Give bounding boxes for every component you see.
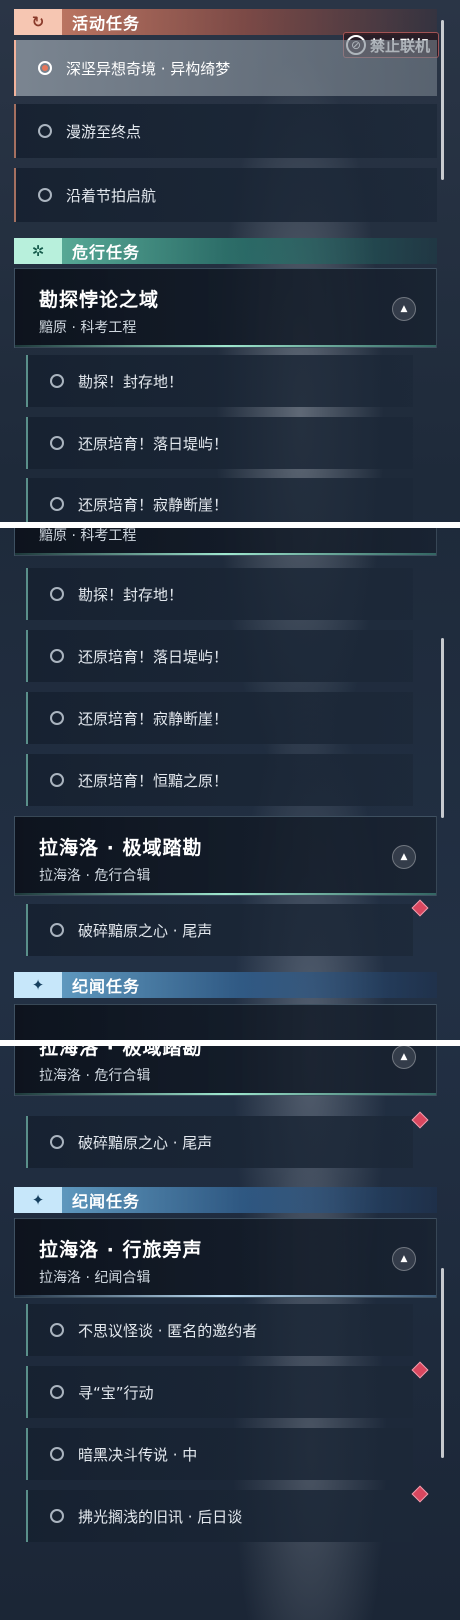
radio-icon [50,374,64,388]
scrollbar[interactable] [441,1268,444,1458]
quest-label: 深坚异想奇境 · 异构绮梦 [66,59,231,78]
section-title: 活动任务 [72,14,141,33]
quest-item[interactable]: 沿着节拍启航 [14,168,437,222]
quest-group-header[interactable]: 勘探悖论之域 黯原 · 科考工程 ▲ [14,268,437,348]
radio-icon [50,649,64,663]
radio-icon [50,497,64,511]
quest-item-selected[interactable]: 深坚异想奇境 · 异构绮梦 [14,40,437,96]
radio-icon [50,1323,64,1337]
group-title: 勘探悖论之域 [39,289,160,311]
quest-marker-icon [411,899,429,917]
collapse-chevron-icon[interactable]: ▲ [392,297,416,321]
screen-segment-2: 黯原 · 科考工程 勘探！封存地！ 还原培育！落日堤屿！ 还原培育！寂静断崖！ … [0,528,460,1040]
radio-icon [50,1509,64,1523]
quest-item[interactable]: 还原培育！寂静断崖！ [26,478,413,522]
divider [15,1093,436,1095]
group-title: 拉海洛 · 极域踏勘 [39,1046,203,1059]
section-title: 危行任务 [72,243,141,262]
group-title: 拉海洛 · 极域踏勘 [39,837,203,859]
quest-item[interactable]: 不思议怪谈 · 匿名的邀约者 [26,1304,413,1356]
quest-label: 破碎黯原之心 · 尾声 [78,1133,213,1152]
quest-item[interactable]: 寻“宝”行动 [26,1366,413,1418]
quest-item[interactable]: 破碎黯原之心 · 尾声 [26,904,413,956]
group-title: 拉海洛 · 行旅旁声 [39,1239,203,1261]
scrollbar[interactable] [441,638,444,818]
quest-item[interactable]: 拂光搁浅的旧讯 · 后日谈 [26,1490,413,1542]
section-title: 纪闻任务 [72,977,141,996]
divider [15,893,436,895]
quest-label: 拂光搁浅的旧讯 · 后日谈 [78,1507,243,1526]
radio-selected-icon [38,61,52,75]
quest-label: 还原培育！落日堤屿！ [78,647,229,666]
quest-label: 沿着节拍启航 [66,186,157,205]
return-arrow-icon: ↻ [14,9,62,35]
radio-icon [50,711,64,725]
group-subtitle: 拉海洛 · 纪闻合辑 [39,1270,151,1286]
radio-icon [50,1447,64,1461]
collapse-chevron-icon[interactable]: ▲ [392,845,416,869]
quest-label: 寻“宝”行动 [78,1383,154,1402]
divider [15,345,436,347]
group-subtitle: 黯原 · 科考工程 [39,320,137,336]
quest-label: 还原培育！寂静断崖！ [78,709,229,728]
quest-label: 还原培育！寂静断崖！ [78,495,229,514]
sparkle-icon: ✦ [14,1187,62,1213]
quest-label: 还原培育！落日堤屿！ [78,434,229,453]
quest-item[interactable]: 还原培育！落日堤屿！ [26,630,413,682]
quest-item[interactable]: 暗黑决斗传说 · 中 [26,1428,413,1480]
story-section-header: ✦ 纪闻任务 [14,1187,437,1213]
radio-icon [50,587,64,601]
quest-item[interactable]: 还原培育！寂静断崖！ [26,692,413,744]
quest-label: 漫游至终点 [66,122,142,141]
divider [15,1295,436,1297]
radio-icon [50,923,64,937]
quest-item[interactable]: 还原培育！恒黯之原！ [26,754,413,806]
radio-icon [38,124,52,138]
radio-icon [50,1385,64,1399]
quest-label: 不思议怪谈 · 匿名的邀约者 [78,1321,258,1340]
quest-item[interactable]: 漫游至终点 [14,104,437,158]
screen-segment-3: 拉海洛 · 极域踏勘 拉海洛 · 危行合辑 ▲ 破碎黯原之心 · 尾声 ✦ 纪闻… [0,1046,460,1620]
collapse-chevron-icon[interactable]: ▲ [392,1046,416,1069]
quest-label: 破碎黯原之心 · 尾声 [78,921,213,940]
radio-icon [50,436,64,450]
section-title: 纪闻任务 [72,1192,141,1211]
quest-group-header[interactable]: 拉海洛 · 行旅旁声 拉海洛 · 纪闻合辑 ▲ [14,1218,437,1298]
quest-group-header[interactable]: 黯原 · 科考工程 [14,528,437,556]
quest-item[interactable]: 勘探！封存地！ [26,568,413,620]
quest-marker-icon [411,1361,429,1379]
quest-label: 还原培育！恒黯之原！ [78,771,229,790]
divider [15,553,436,555]
quest-item[interactable]: 勘探！封存地！ [26,355,413,407]
quest-group-header[interactable] [14,1004,437,1040]
quest-item[interactable]: 还原培育！落日堤屿！ [26,417,413,469]
group-subtitle: 黯原 · 科考工程 [39,528,137,544]
radio-icon [38,188,52,202]
quest-marker-icon [411,1485,429,1503]
radio-icon [50,773,64,787]
quest-item[interactable]: 破碎黯原之心 · 尾声 [26,1116,413,1168]
screen-segment-1: ↻ 活动任务 ⊘ 禁止联机 深坚异想奇境 · 异构绮梦 漫游至终点 沿着节拍启航… [0,0,460,522]
sparkle-icon: ✦ [14,972,62,998]
story-section-header: ✦ 纪闻任务 [14,972,437,998]
group-subtitle: 拉海洛 · 危行合辑 [39,868,151,884]
quest-marker-icon [411,1111,429,1129]
quest-label: 勘探！封存地！ [78,372,184,391]
radio-icon [50,1135,64,1149]
quest-group-header[interactable]: 拉海洛 · 极域踏勘 拉海洛 · 危行合辑 ▲ [14,1046,437,1096]
group-subtitle: 拉海洛 · 危行合辑 [39,1068,151,1084]
scrollbar[interactable] [441,20,444,180]
danger-section-header: ✲ 危行任务 [14,238,437,264]
quest-label: 勘探！封存地！ [78,585,184,604]
gear-icon: ✲ [14,238,62,264]
collapse-chevron-icon[interactable]: ▲ [392,1247,416,1271]
quest-label: 暗黑决斗传说 · 中 [78,1445,198,1464]
quest-group-header[interactable]: 拉海洛 · 极域踏勘 拉海洛 · 危行合辑 ▲ [14,816,437,896]
